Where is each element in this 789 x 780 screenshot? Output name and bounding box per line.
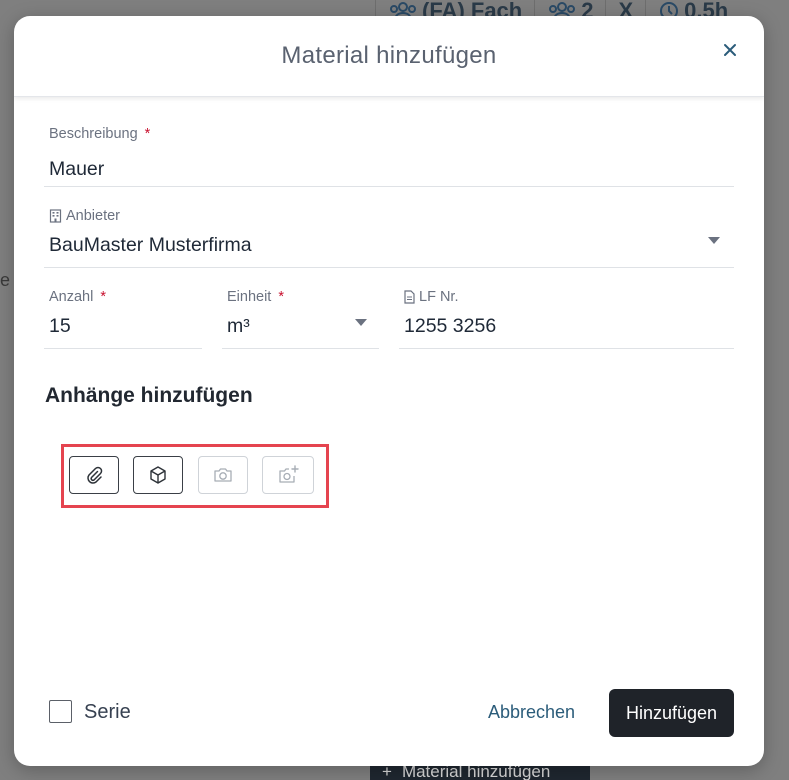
building-icon: [49, 209, 62, 223]
add-material-dialog: Material hinzufügen Beschreibung * Mauer …: [14, 16, 764, 766]
background-add-material-button: + Material hinzufügen: [370, 764, 590, 780]
close-icon: [724, 44, 736, 56]
delivery-note-value: 1255 3256: [404, 315, 497, 337]
unit-label: Einheit *: [227, 289, 284, 305]
description-label-text: Beschreibung: [49, 126, 138, 142]
cancel-button[interactable]: Abbrechen: [488, 702, 575, 723]
supplier-field[interactable]: Anbieter BauMaster Musterfirma: [44, 208, 734, 268]
description-value: Mauer: [49, 158, 105, 180]
camera-icon: [214, 468, 232, 482]
dialog-title: Material hinzufügen: [281, 42, 497, 69]
supplier-label: Anbieter: [49, 208, 120, 224]
required-marker: *: [144, 126, 151, 142]
series-checkbox-label: Serie: [84, 701, 131, 723]
close-button[interactable]: [720, 40, 740, 60]
background-left-text: e: [0, 270, 11, 290]
quantity-label-text: Anzahl: [49, 289, 94, 305]
delivery-note-number-field[interactable]: LF Nr. 1255 3256: [399, 289, 734, 349]
unit-value: m³: [227, 315, 250, 337]
delivery-note-label-text: LF Nr.: [419, 289, 459, 305]
required-marker: *: [100, 289, 106, 305]
attachments-heading: Anhänge hinzufügen: [45, 384, 253, 407]
add-photo-icon: [279, 465, 299, 483]
add-photo-button[interactable]: [262, 456, 314, 494]
supplier-value: BauMaster Musterfirma: [49, 234, 252, 256]
unit-dropdown-caret-icon[interactable]: [355, 319, 367, 326]
unit-label-text: Einheit: [227, 289, 272, 305]
attach-file-button[interactable]: [69, 456, 119, 494]
attach-3d-model-button[interactable]: [133, 456, 183, 494]
add-button[interactable]: Hinzufügen: [609, 689, 734, 737]
paperclip-icon: [87, 466, 103, 484]
delivery-note-label: LF Nr.: [404, 289, 458, 305]
description-label: Beschreibung *: [49, 126, 150, 142]
plus-icon: +: [382, 764, 392, 780]
cube-icon: [150, 466, 166, 484]
description-field[interactable]: Beschreibung * Mauer: [44, 126, 734, 187]
series-checkbox[interactable]: [49, 700, 72, 723]
supplier-dropdown-caret-icon[interactable]: [708, 237, 720, 244]
supplier-label-text: Anbieter: [66, 208, 121, 224]
quantity-value: 15: [49, 315, 71, 337]
required-marker: *: [278, 289, 284, 305]
take-photo-button[interactable]: [198, 456, 248, 494]
quantity-field[interactable]: Anzahl * 15: [44, 289, 202, 349]
unit-select[interactable]: Einheit * m³: [222, 289, 379, 349]
background-add-material-label: Material hinzufügen: [401, 764, 551, 780]
attachment-buttons-group: [61, 444, 329, 508]
quantity-label: Anzahl *: [49, 289, 106, 305]
document-icon: [404, 290, 415, 304]
dialog-header: Material hinzufügen: [14, 16, 764, 97]
